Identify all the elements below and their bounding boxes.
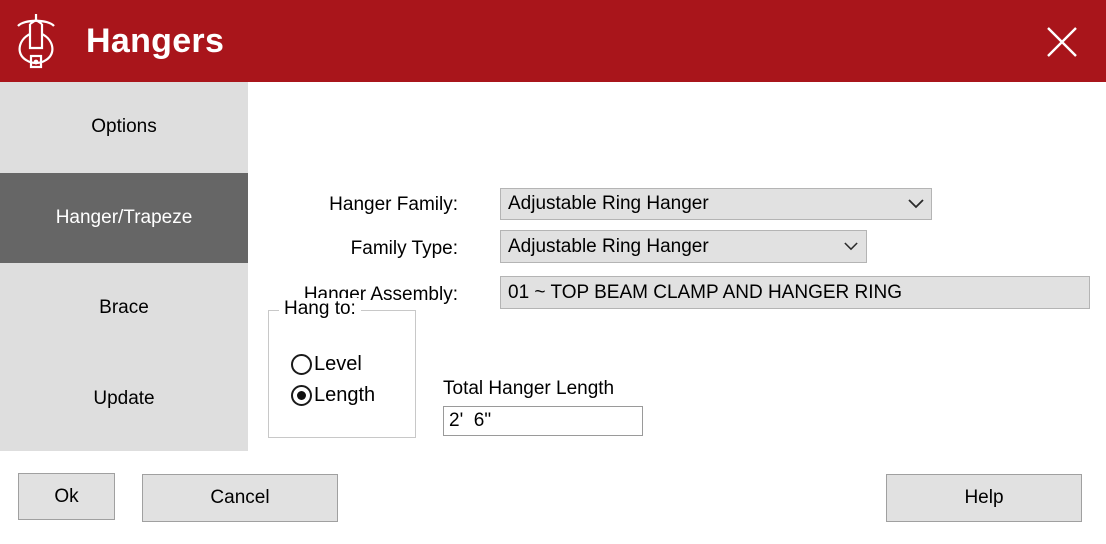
chevron-down-icon [836, 242, 866, 251]
footer-bar: Ok Cancel Help [0, 451, 1106, 544]
radio-mark-icon [291, 354, 312, 375]
sidebar-item-update[interactable]: Update [0, 354, 248, 445]
sidebar-item-options[interactable]: Options [0, 82, 248, 173]
radio-mark-icon [291, 385, 312, 406]
hanger-logo-icon [17, 14, 55, 69]
ok-button[interactable]: Ok [18, 473, 115, 520]
sidebar: Options Hanger/Trapeze Brace Update [0, 82, 248, 451]
sidebar-item-label: Brace [99, 297, 149, 319]
total-hanger-length-label: Total Hanger Length [443, 378, 615, 399]
family-type-label: Family Type: [350, 238, 458, 259]
radio-hang-to-level[interactable]: Level [291, 353, 362, 376]
sidebar-item-label: Update [93, 387, 155, 409]
help-button[interactable]: Help [886, 474, 1082, 522]
sidebar-item-brace[interactable]: Brace [0, 263, 248, 354]
radio-label: Length [314, 384, 376, 406]
radio-hang-to-length[interactable]: Length [291, 384, 375, 407]
total-hanger-length-input[interactable] [443, 406, 643, 436]
hanger-family-value: Adjustable Ring Hanger [508, 193, 709, 214]
close-icon[interactable] [1040, 20, 1084, 64]
main-panel: Hanger Family: Adjustable Ring Hanger Fa… [248, 82, 1106, 451]
title-bar: Hangers [0, 0, 1106, 82]
chevron-down-icon [901, 199, 931, 209]
page-title: Hangers [86, 22, 225, 60]
family-type-select[interactable]: Adjustable Ring Hanger [500, 230, 867, 263]
sidebar-item-label: Hanger/Trapeze [55, 206, 193, 228]
family-type-value: Adjustable Ring Hanger [508, 235, 709, 257]
hang-to-legend: Hang to: [279, 298, 361, 320]
cancel-button[interactable]: Cancel [142, 474, 338, 522]
hanger-assembly-field[interactable]: 01 ~ TOP BEAM CLAMP AND HANGER RING [500, 276, 1090, 309]
radio-label: Level [314, 353, 362, 375]
sidebar-item-label: Options [91, 116, 157, 138]
hanger-family-select[interactable]: Adjustable Ring Hanger [500, 188, 932, 220]
sidebar-item-hanger-trapeze[interactable]: Hanger/Trapeze [0, 172, 248, 263]
hang-to-groupbox: Hang to: Level Length [268, 298, 416, 438]
hanger-family-label: Hanger Family: [329, 194, 458, 215]
